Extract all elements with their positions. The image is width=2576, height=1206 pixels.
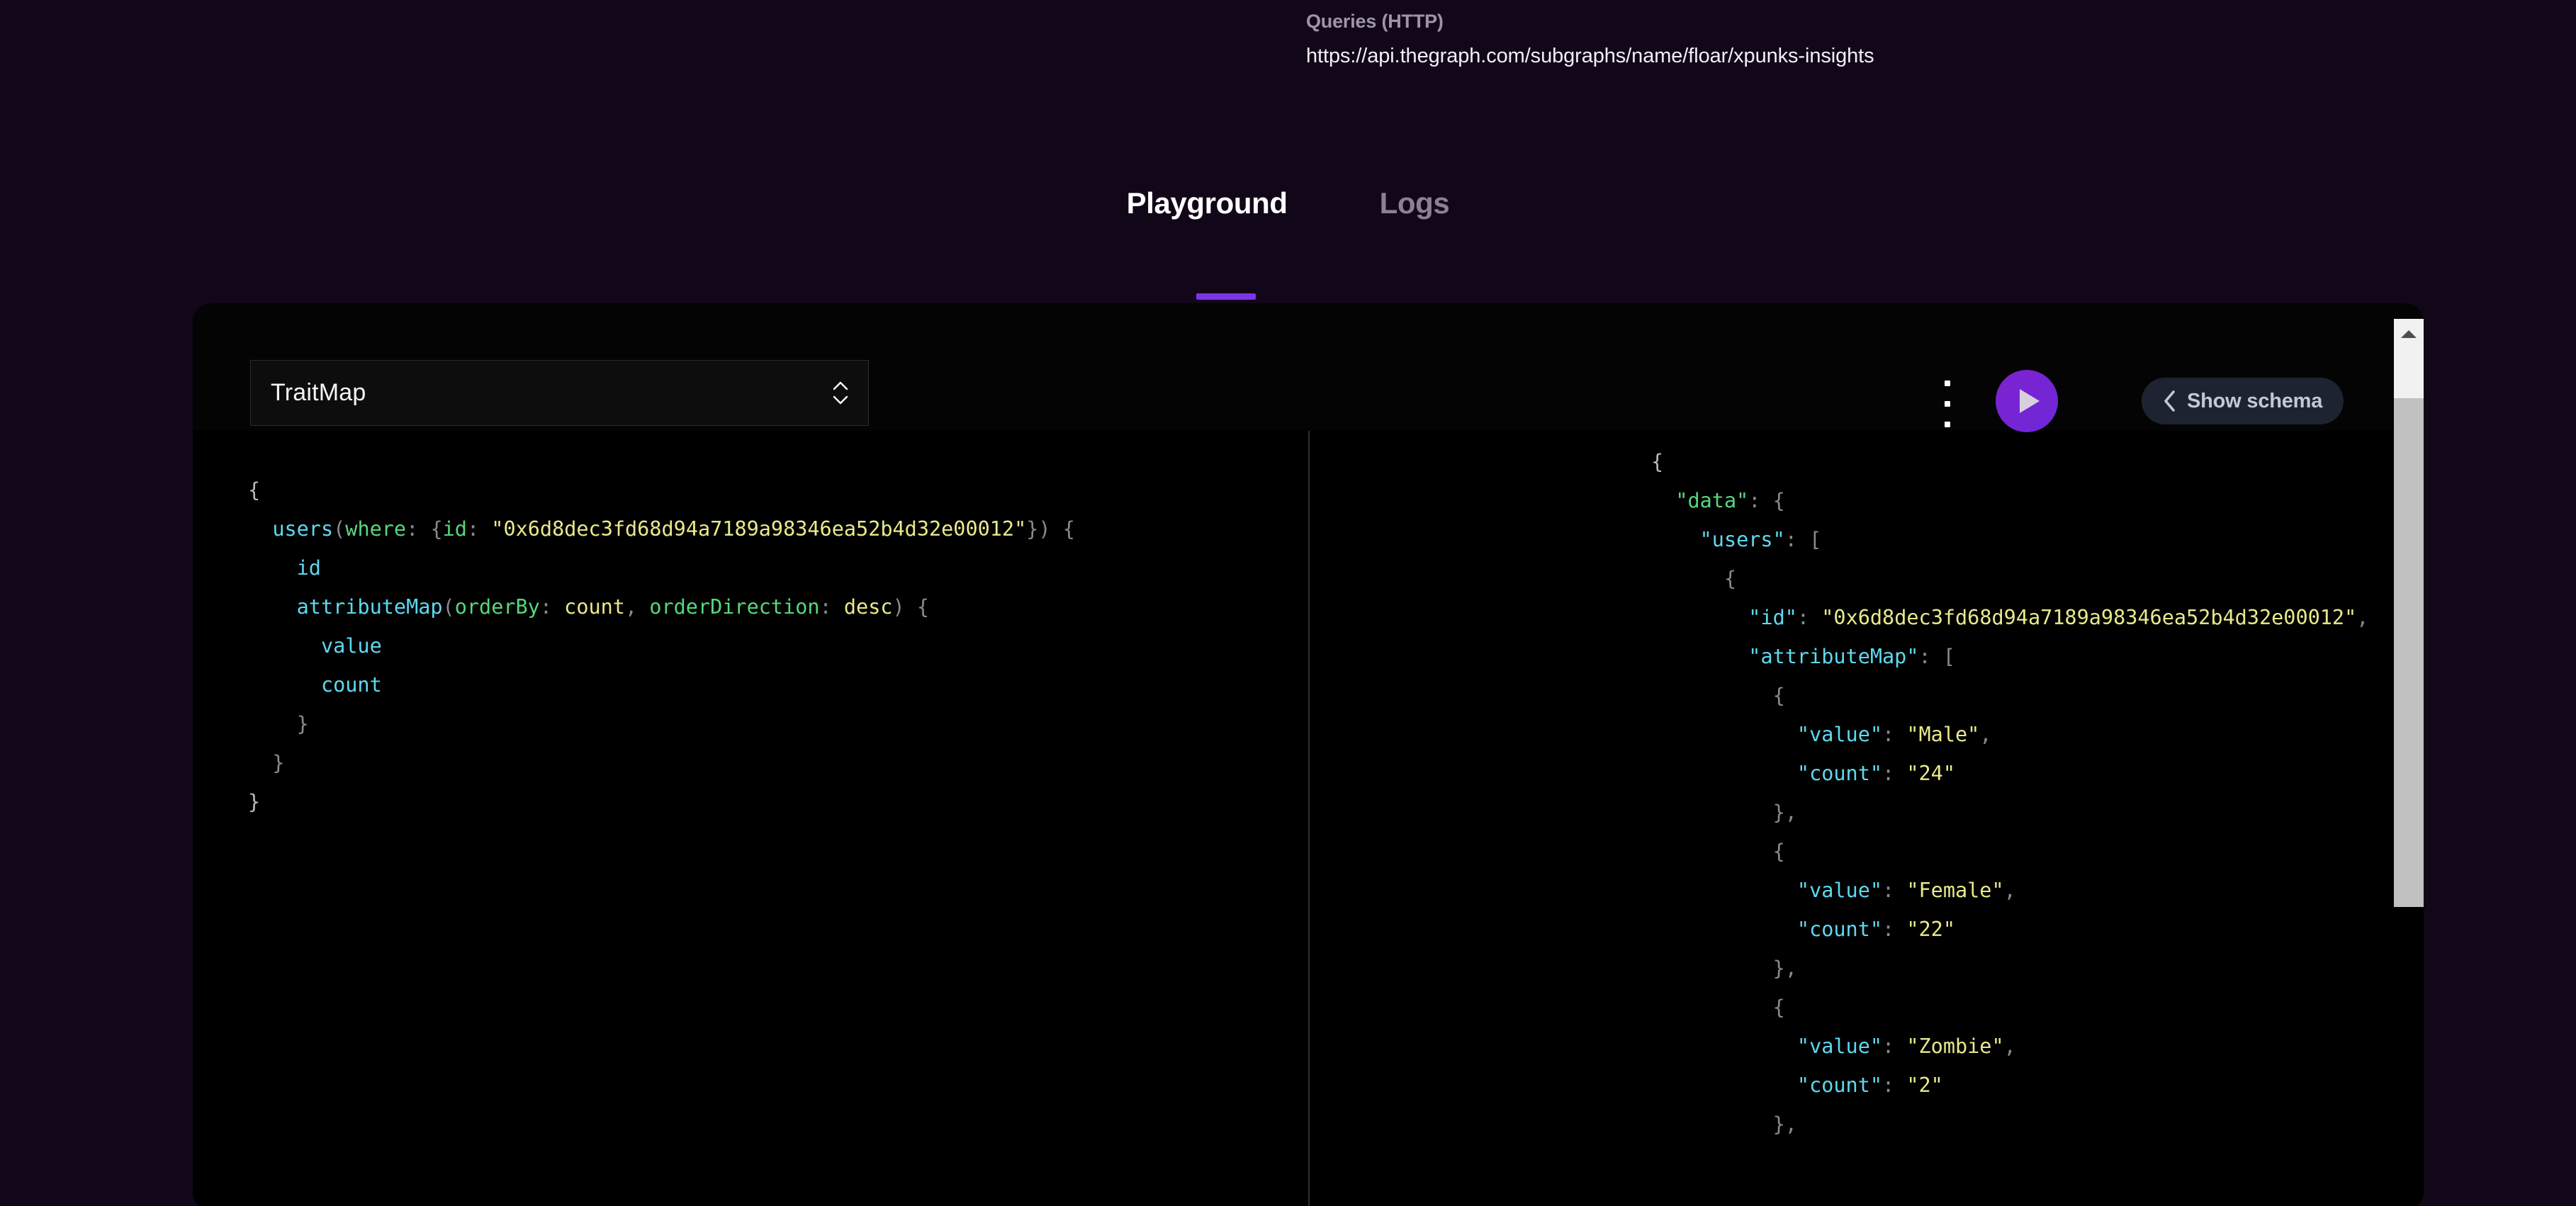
queries-header: Queries (HTTP) https://api.thegraph.com/… [1306,10,2298,69]
triangle-up-icon [2401,329,2417,338]
editor-split: { users(where: {id: "0x6d8dec3fd68d94a71… [193,431,2424,1206]
more-options-icon[interactable] [1938,381,1957,427]
query-editor[interactable]: { users(where: {id: "0x6d8dec3fd68d94a71… [193,431,1308,1206]
show-schema-button[interactable]: Show schema [2142,378,2344,424]
operation-name-label: TraitMap [271,379,366,406]
show-schema-label: Show schema [2187,389,2323,412]
operation-select[interactable]: TraitMap [250,360,869,426]
play-icon [2020,389,2040,413]
playground-panel: TraitMap { users(where: {id: "0x6d8dec3f… [193,303,2424,1206]
scrollbar-thumb[interactable] [2394,398,2424,907]
result-json: { "data": { "users": [ { "id": "0x6d8dec… [1651,450,2369,1136]
queries-label: Queries (HTTP) [1306,11,1444,32]
kebab-dot [1945,381,1950,386]
result-viewer[interactable]: { "data": { "users": [ { "id": "0x6d8dec… [1310,431,2424,1206]
chevron-left-icon [2164,390,2175,412]
result-scrollbar[interactable] [2394,319,2424,907]
select-stepper-icons[interactable] [833,381,848,405]
scroll-up-button[interactable] [2394,319,2424,349]
endpoint-url[interactable]: https://api.thegraph.com/subgraphs/name/… [1306,43,2298,69]
kebab-dot [1945,422,1950,427]
tab-playground[interactable]: Playground [1113,181,1302,226]
active-tab-indicator [1196,293,1256,300]
execute-query-button[interactable] [1996,370,2058,432]
chevron-up-icon [833,381,848,390]
tab-logs[interactable]: Logs [1366,181,1464,226]
tab-bar: Playground Logs [0,181,2576,226]
chevron-down-icon [833,395,848,405]
editor-toolbar: TraitMap [193,303,2424,431]
query-source[interactable]: { users(where: {id: "0x6d8dec3fd68d94a71… [248,470,1308,821]
kebab-dot [1945,401,1950,407]
